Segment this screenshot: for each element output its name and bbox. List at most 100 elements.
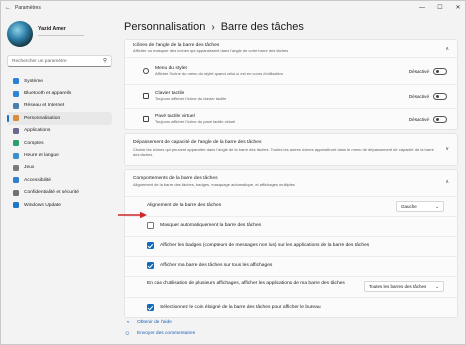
sidebar-item[interactable]: Accessibilité: [7, 174, 112, 186]
back-arrow-icon[interactable]: ←: [1, 5, 15, 11]
badges-checkbox[interactable]: [147, 242, 154, 249]
pen-menu-state: Désactivé: [408, 68, 429, 74]
sidebar-item[interactable]: Heure et langue: [7, 149, 112, 161]
update-icon: [13, 202, 19, 209]
chevron-up-icon[interactable]: ∧: [445, 179, 449, 185]
sidebar-item-label: Système: [24, 78, 44, 84]
touchpad-icon: [143, 116, 149, 122]
behaviors-panel: Comportements de la barre des tâches Ali…: [124, 169, 458, 318]
divider: [125, 297, 457, 298]
monitor-icon: [13, 78, 19, 85]
search-input[interactable]: Rechercher un paramètre ⚲: [7, 55, 112, 67]
touch-keyboard-desc: Toujours afficher l'icône du clavier tac…: [155, 96, 227, 101]
send-feedback-link[interactable]: ☺ Envoyer des commentaires: [124, 328, 195, 339]
touch-keyboard-state: Désactivé: [408, 93, 429, 99]
sidebar-item-label: Réseau et Internet: [24, 103, 65, 109]
breadcrumb: Personnalisation › Barre des tâches: [124, 21, 304, 33]
overflow-desc: Choisir les icônes qui peuvent apparaîtr…: [133, 147, 434, 157]
sidebar-item-label: Jeux: [24, 165, 35, 171]
accessibility-icon: [13, 177, 19, 184]
chevron-up-icon[interactable]: ∧: [445, 46, 449, 52]
badges-label: Afficher les badges (compteurs de messag…: [160, 243, 370, 248]
sidebar-nav: Système Bluetooth et appareils Réseau et I…: [7, 75, 112, 211]
multi-display-label: En cas d'utilisation de plusieurs affich…: [147, 281, 345, 286]
feedback-icon: ☺: [124, 330, 131, 337]
far-corner-label: Sélectionnez le coin éloigné de la barre…: [160, 305, 321, 310]
search-placeholder: Rechercher un paramètre: [12, 58, 67, 64]
touch-keyboard-toggle[interactable]: [433, 92, 447, 100]
sidebar-item[interactable]: Personnalisation: [7, 112, 112, 125]
sidebar-item[interactable]: Confidentialité et sécurité: [7, 187, 112, 199]
autohide-checkbox[interactable]: [147, 222, 154, 229]
chevron-down-icon: ⌄: [435, 203, 439, 209]
get-help-link[interactable]: ◔ Obtenir de l'aide: [124, 317, 195, 328]
behaviors-desc: Alignement de la barre des tâches, badge…: [133, 182, 295, 187]
settings-window: ← Paramètres — ☐ ✕ Yazid Amer ——————————…: [0, 0, 466, 345]
user-profile[interactable]: Yazid Amer ———————————: [7, 21, 84, 47]
pen-menu-desc: Afficher l'icône du menu du stylet quand…: [155, 71, 283, 76]
pen-menu-row: Menu du stylet Afficher l'icône du menu …: [125, 60, 457, 82]
title-bar: ← Paramètres — ☐ ✕: [1, 1, 466, 15]
search-icon: ⚲: [102, 58, 107, 64]
sidebar-item-label: Windows Update: [24, 202, 61, 208]
divider: [125, 57, 457, 58]
chevron-down-icon[interactable]: ∨: [445, 146, 449, 152]
breadcrumb-parent[interactable]: Personnalisation: [124, 21, 205, 33]
sidebar-item-label: Bluetooth et appareils: [24, 91, 72, 97]
sidebar-item-label: Confidentialité et sécurité: [24, 190, 79, 196]
sidebar-item-label: Personnalisation: [24, 115, 61, 121]
help-icon: ◔: [125, 319, 130, 326]
multi-display-dropdown[interactable]: Toutes les barres des tâches ⌄: [364, 281, 444, 292]
profile-email: ———————————: [38, 33, 85, 38]
send-feedback-label: Envoyer des commentaires: [137, 331, 196, 336]
alignment-dropdown[interactable]: Gauche ⌄: [396, 201, 444, 212]
sidebar-item[interactable]: Bluetooth et appareils: [7, 87, 112, 99]
overflow-panel[interactable]: Dépassement de capacité de l'angle de la…: [124, 133, 458, 166]
window-title: Paramètres: [15, 5, 41, 11]
pen-menu-toggle[interactable]: [433, 67, 447, 75]
touchpad-toggle[interactable]: [433, 115, 447, 123]
shield-icon: [13, 189, 19, 196]
alignment-value: Gauche: [401, 204, 417, 209]
profile-name: Yazid Amer: [38, 26, 66, 32]
overflow-title: Dépassement de capacité de l'angle de la…: [133, 140, 262, 145]
clock-globe-icon: [13, 152, 19, 159]
sidebar-item[interactable]: Jeux: [7, 162, 112, 174]
autohide-row: Masquer automatiquement la barre des tâc…: [125, 217, 457, 234]
sidebar-item[interactable]: Comptes: [7, 137, 112, 149]
corner-icons-desc: Afficher ou masquer des icônes qui appar…: [133, 48, 289, 53]
close-icon[interactable]: ✕: [449, 1, 466, 15]
breadcrumb-separator: ›: [211, 21, 215, 33]
sidebar-item[interactable]: Système: [7, 75, 112, 87]
sidebar-item[interactable]: Réseau et Internet: [7, 100, 112, 112]
all-displays-checkbox[interactable]: [147, 262, 154, 269]
minimize-icon[interactable]: —: [413, 1, 431, 15]
keyboard-icon: [143, 93, 149, 99]
far-corner-checkbox[interactable]: [147, 304, 154, 311]
behaviors-title: Comportements de la barre des tâches: [133, 176, 218, 181]
brush-icon: [13, 115, 19, 122]
maximize-icon[interactable]: ☐: [431, 1, 449, 15]
page-title: Barre des tâches: [220, 21, 304, 33]
sidebar-item-label: Accessibilité: [24, 177, 51, 183]
touchpad-row: Pavé tactile virtuel Toujours afficher l…: [125, 108, 457, 130]
footer-links: ◔ Obtenir de l'aide ☺ Envoyer des commen…: [116, 317, 195, 339]
touchpad-state: Désactivé: [408, 116, 429, 122]
touchpad-desc: Toujours afficher l'icône du pavé tactil…: [155, 119, 236, 124]
person-icon: [13, 140, 19, 147]
divider: [125, 276, 457, 277]
autohide-label: Masquer automatiquement la barre des tâc…: [160, 223, 262, 228]
sidebar-item-label: Heure et langue: [24, 153, 59, 159]
pen-icon: [143, 68, 149, 74]
far-corner-row: Sélectionnez le coin éloigné de la barre…: [125, 299, 457, 316]
main-content: Personnalisation › Barre des tâches Icôn…: [116, 15, 466, 345]
touch-keyboard-row: Clavier tactile Toujours afficher l'icôn…: [125, 85, 457, 107]
all-displays-row: Afficher ma barre des tâches sur tous le…: [125, 257, 457, 274]
sidebar-item[interactable]: Applications: [7, 125, 112, 137]
get-help-label: Obtenir de l'aide: [137, 320, 172, 325]
apps-icon: [13, 127, 19, 134]
window-controls: — ☐ ✕: [413, 1, 466, 15]
bluetooth-icon: [13, 90, 19, 97]
sidebar-item-label: Comptes: [24, 140, 44, 146]
sidebar-item[interactable]: Windows Update: [7, 199, 112, 211]
